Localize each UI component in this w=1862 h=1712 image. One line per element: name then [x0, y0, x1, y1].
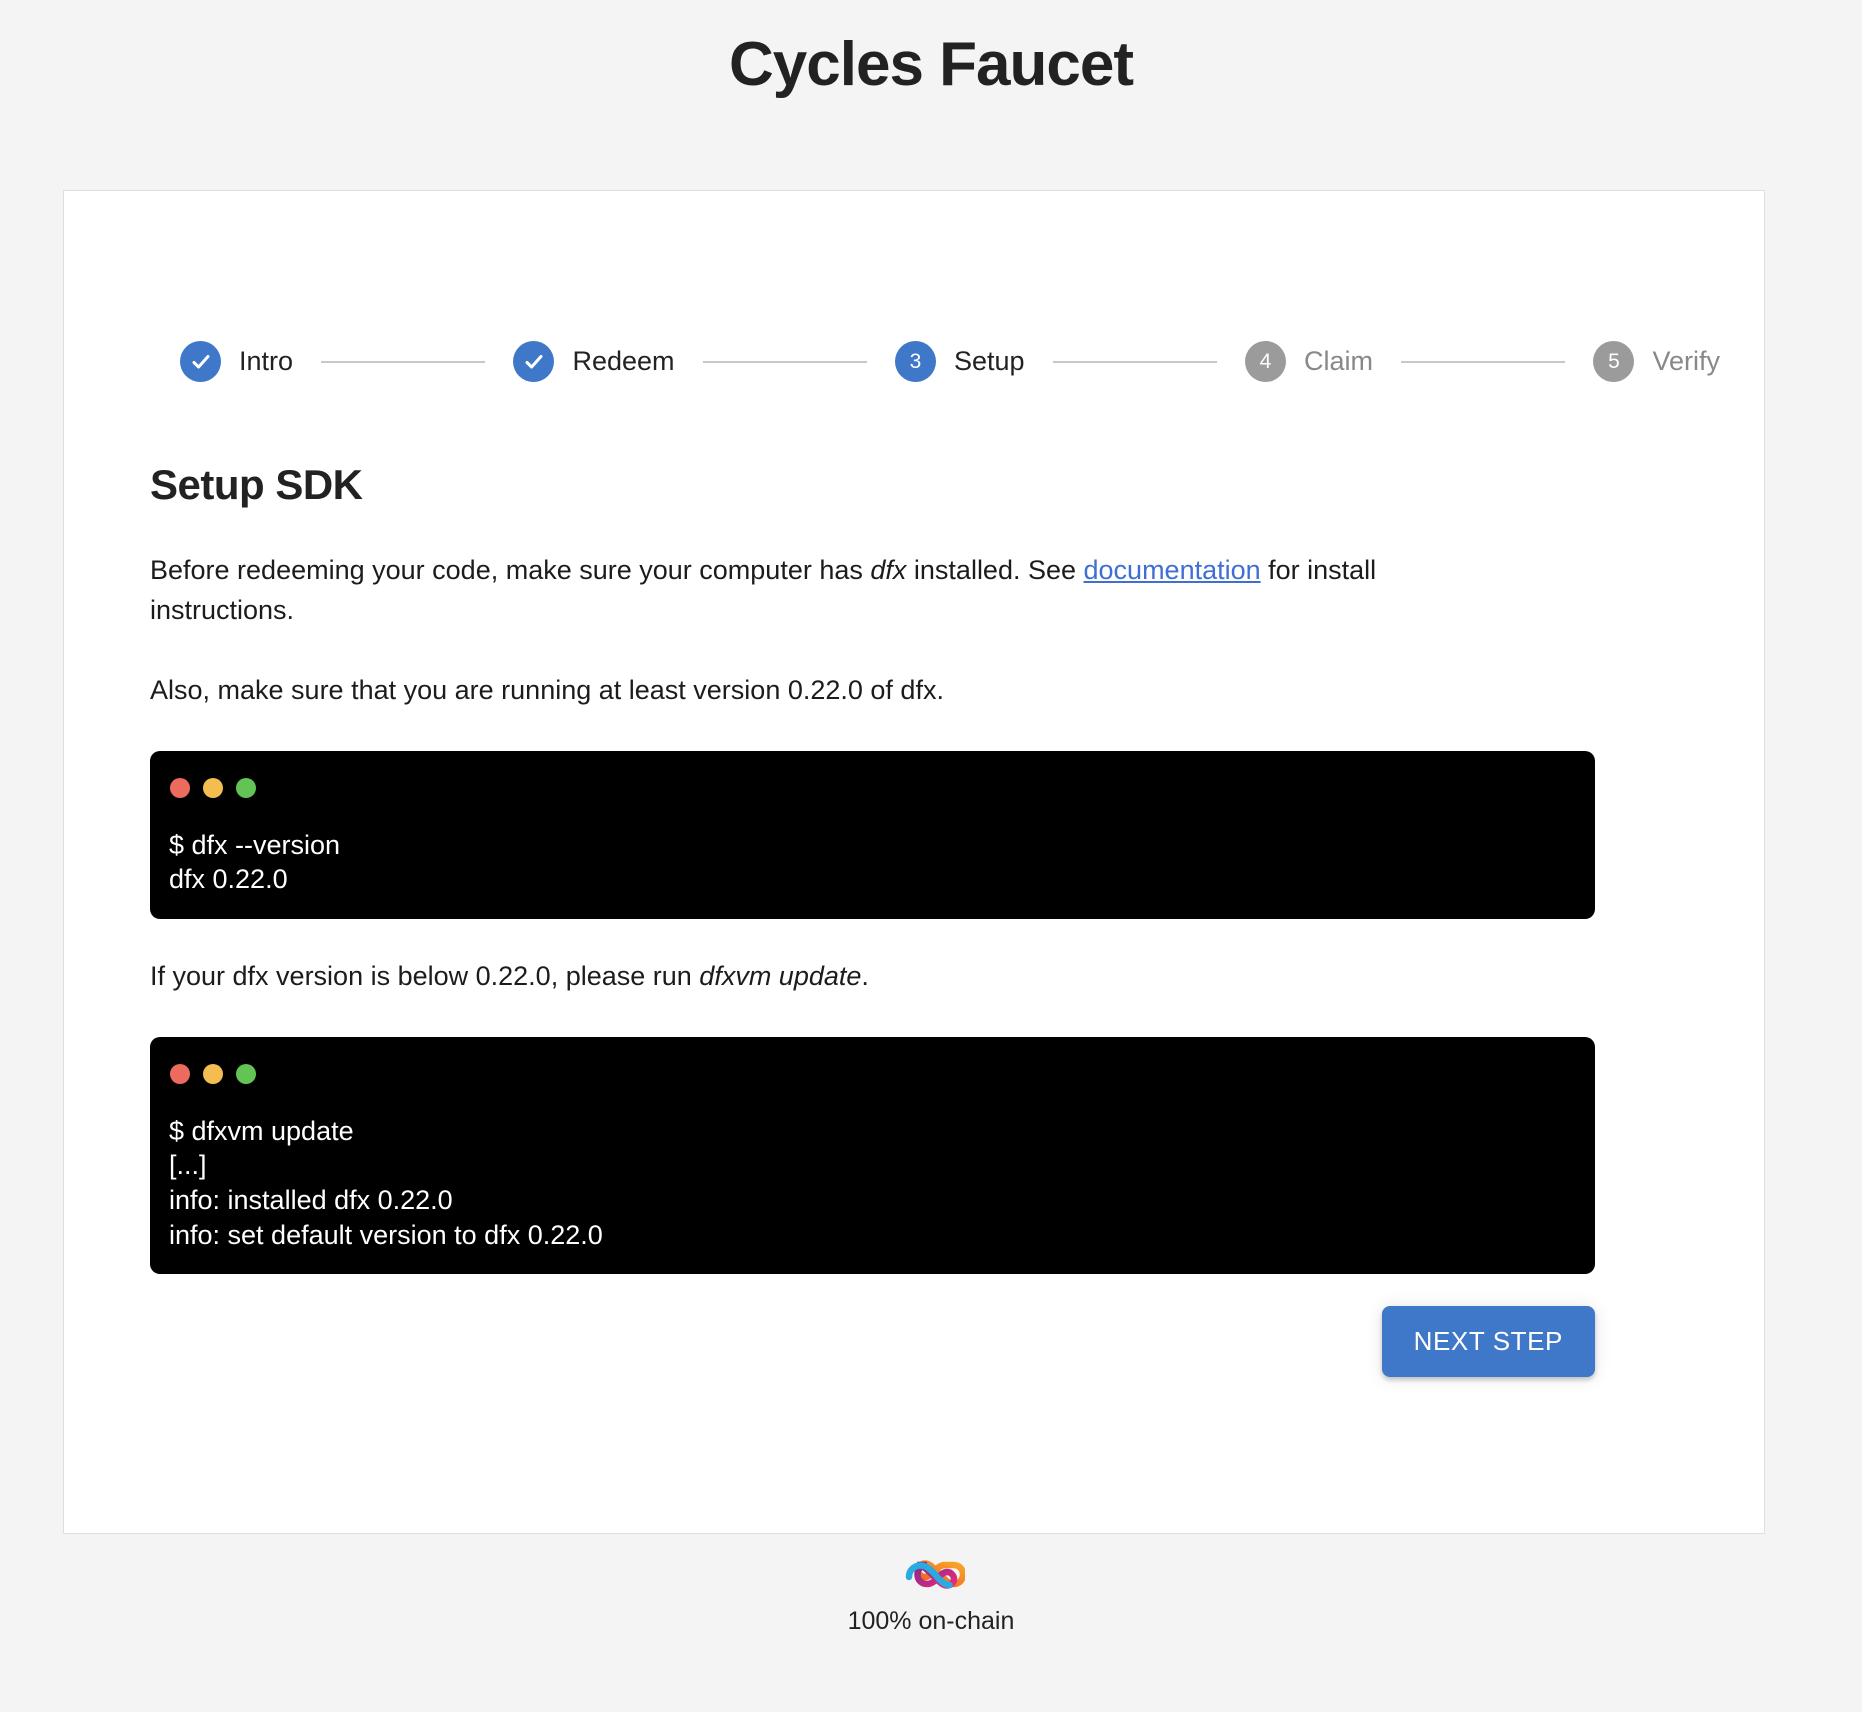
setup-content: Setup SDK Before redeeming your code, ma…	[150, 461, 1678, 1378]
close-dot-icon[interactable]	[170, 777, 190, 798]
maximize-dot-icon[interactable]	[236, 1063, 256, 1084]
step-bubble-verify: 5	[1593, 341, 1635, 382]
step-connector-4	[1401, 360, 1566, 363]
maximize-dot-icon[interactable]	[236, 777, 256, 798]
terminal-line: dfx 0.22.0	[169, 864, 288, 895]
section-title: Setup SDK	[150, 461, 363, 508]
icp-infinity-logo-icon	[0, 1560, 1862, 1599]
step-verify[interactable]: 5 Verify	[1593, 341, 1720, 382]
page-title: Cycles Faucet	[729, 30, 1134, 99]
close-dot-icon[interactable]	[170, 1063, 190, 1084]
step-intro[interactable]: Intro	[180, 341, 293, 382]
step-label-intro: Intro	[239, 346, 294, 376]
check-icon	[522, 350, 546, 374]
documentation-link[interactable]: documentation	[1084, 555, 1261, 585]
dfxvm-update-emphasis: dfxvm update	[699, 960, 862, 991]
footer-text: 100% on-chain	[847, 1607, 1015, 1635]
step-bubble-claim: 4	[1245, 341, 1287, 382]
terminal-version-check-body: $ dfx --version dfx 0.22.0	[150, 798, 1595, 897]
terminal-line: [...]	[169, 1150, 207, 1181]
check-icon	[189, 350, 213, 374]
footer: 100% on-chain	[0, 1560, 1862, 1636]
terminal-line: $ dfx --version	[169, 829, 341, 860]
terminal-traffic-lights	[150, 773, 1595, 798]
version-paragraph: Also, make sure that you are running at …	[150, 674, 944, 705]
terminal-version-check: $ dfx --version dfx 0.22.0	[150, 750, 1595, 919]
step-bubble-setup: 3	[895, 341, 936, 382]
step-bubble-intro	[180, 341, 221, 382]
next-step-button[interactable]: NEXT STEP	[1381, 1306, 1595, 1378]
upgrade-paragraph: If your dfx version is below 0.22.0, ple…	[150, 957, 1400, 997]
step-label-setup: Setup	[954, 346, 1025, 376]
button-row: NEXT STEP	[150, 1306, 1595, 1378]
terminal-dfxvm-update-body: $ dfxvm update [...] info: installed dfx 0…	[150, 1084, 1595, 1252]
upgrade-text-part1: If your dfx version is below 0.22.0, ple…	[150, 960, 700, 991]
step-label-claim: Claim	[1304, 346, 1374, 376]
step-claim[interactable]: 4 Claim	[1245, 341, 1373, 382]
step-connector-2	[702, 360, 867, 363]
terminal-line: info: set default version to dfx 0.22.0	[169, 1219, 603, 1250]
terminal-line: info: installed dfx 0.22.0	[169, 1185, 453, 1215]
step-redeem[interactable]: Redeem	[513, 341, 675, 382]
stepper: Intro Redeem 3 Setup 4 Claim 5 Verify	[180, 341, 1720, 382]
intro-text-part1: Before redeeming your code, make sure yo…	[150, 555, 871, 585]
wizard-card: Intro Redeem 3 Setup 4 Claim 5 Verify Se…	[63, 190, 1765, 1534]
step-bubble-redeem	[513, 341, 555, 382]
terminal-traffic-lights	[150, 1059, 1595, 1084]
terminal-line: $ dfxvm update	[169, 1115, 354, 1146]
step-connector-1	[321, 360, 486, 363]
step-connector-3	[1052, 360, 1218, 363]
step-label-redeem: Redeem	[572, 346, 675, 376]
minimize-dot-icon[interactable]	[203, 777, 223, 798]
minimize-dot-icon[interactable]	[203, 1063, 223, 1084]
step-label-verify: Verify	[1652, 346, 1721, 376]
intro-paragraph: Before redeeming your code, make sure yo…	[150, 551, 1400, 631]
terminal-dfxvm-update: $ dfxvm update [...] info: installed dfx 0…	[150, 1036, 1595, 1275]
dfx-emphasis: dfx	[870, 555, 907, 585]
upgrade-text-part2: .	[861, 960, 869, 991]
intro-text-part2: installed. See	[906, 555, 1084, 585]
step-setup[interactable]: 3 Setup	[895, 341, 1025, 382]
page-root: Cycles Faucet Intro Redeem 3 Setup 4 Cla…	[0, 0, 1862, 1712]
